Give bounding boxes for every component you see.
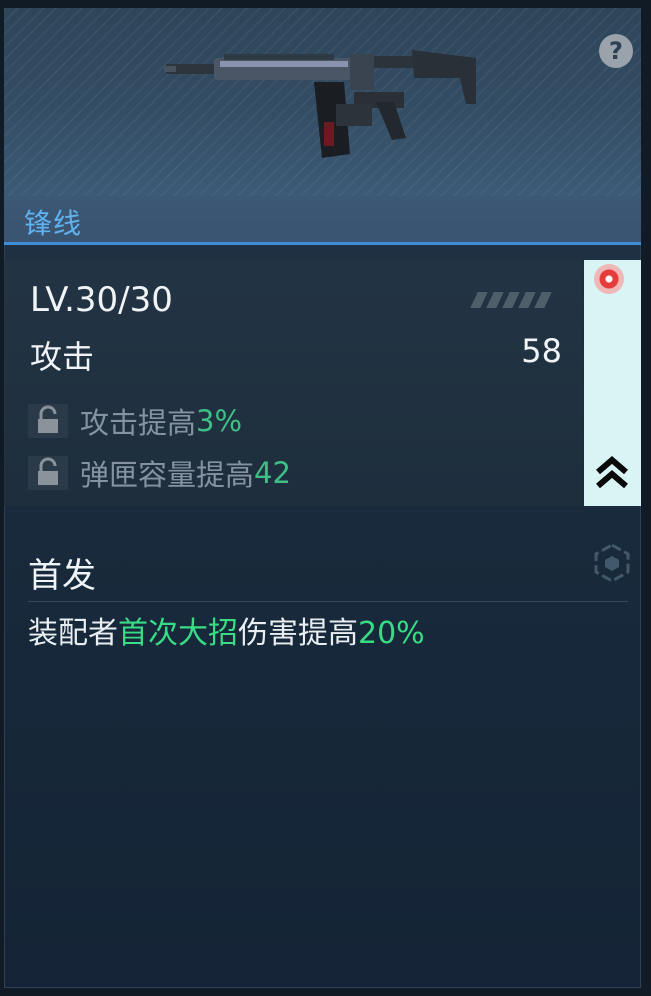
desc-middle: 伤害提高 <box>238 616 358 651</box>
weapon-header-art: ? <box>4 8 641 196</box>
red-dot-icon <box>594 264 624 294</box>
weapon-level: LV.30/30 <box>30 280 173 320</box>
special-perk-section: 首发 装配者首次大招伤害提高20% <box>4 528 641 988</box>
perk-value: 3% <box>196 404 243 438</box>
weapon-detail-panel: ? 锋线 LV.30/30 攻击 58 攻击提高 3% 弹匣容量提高 42 首发… <box>4 8 641 988</box>
weapon-name: 锋线 <box>24 207 83 240</box>
perk-text: 弹匣容量提高 <box>80 458 255 492</box>
desc-highlight: 首次大招 <box>118 616 238 651</box>
lock-icon <box>28 456 68 490</box>
hexagon-icon <box>594 543 630 583</box>
attack-label: 攻击 <box>30 338 95 376</box>
stats-card: LV.30/30 攻击 58 攻击提高 3% 弹匣容量提高 42 <box>4 260 582 506</box>
upgrade-button[interactable] <box>584 260 641 506</box>
perk-mag-capacity: 弹匣容量提高 42 <box>28 452 291 494</box>
help-button[interactable]: ? <box>599 34 633 68</box>
desc-percent: 20% <box>358 616 425 651</box>
special-perk-description: 装配者首次大招伤害提高20% <box>28 608 425 652</box>
perk-text: 攻击提高 <box>80 406 197 440</box>
double-chevron-up-icon <box>596 456 628 489</box>
question-mark-icon: ? <box>609 37 623 65</box>
attack-value: 58 <box>521 332 562 370</box>
perk-attack-boost: 攻击提高 3% <box>28 400 242 442</box>
weapon-name-bar: 锋线 <box>4 196 641 245</box>
perk-value: 42 <box>254 456 291 490</box>
level-progress-bars <box>470 292 552 308</box>
assault-rifle-image <box>164 50 476 158</box>
lock-icon <box>28 404 68 438</box>
special-perk-title: 首发 <box>28 556 96 596</box>
desc-prefix: 装配者 <box>28 616 118 651</box>
section-divider <box>28 601 628 602</box>
